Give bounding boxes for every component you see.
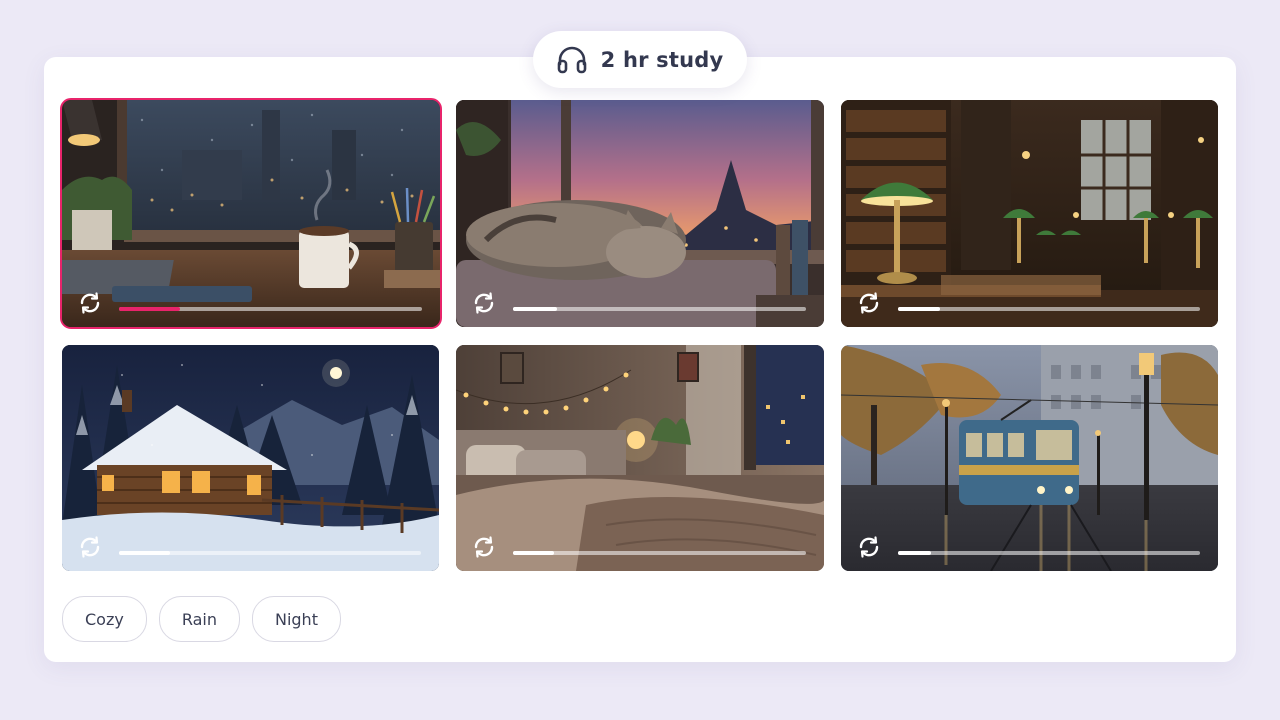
playback-progress-fill [513, 307, 557, 311]
playback-progress-track[interactable] [513, 307, 806, 311]
scene-tile-rainy-tram[interactable] [841, 345, 1218, 571]
scene-tile-rainy-desk[interactable] [60, 98, 442, 329]
headphones-icon [557, 46, 586, 73]
scene-sleeping-cat-image [456, 100, 824, 327]
tag-filter-bar: Cozy Rain Night [62, 596, 341, 642]
scene-snowy-cabin-image [62, 345, 439, 571]
tag-cozy[interactable]: Cozy [62, 596, 147, 642]
loop-icon[interactable] [78, 535, 102, 559]
playback-progress-fill [513, 551, 555, 555]
scene-tile-cozy-bedroom[interactable] [456, 345, 824, 571]
loop-icon[interactable] [857, 291, 881, 315]
loop-icon[interactable] [472, 291, 496, 315]
scene-cozy-bedroom-image [456, 345, 824, 571]
scene-rainy-desk-image [62, 100, 440, 327]
playback-progress-track[interactable] [898, 307, 1200, 311]
scene-tile-sleeping-cat[interactable] [456, 100, 824, 327]
session-title: 2 hr study [600, 47, 724, 72]
playback-progress-track[interactable] [898, 551, 1200, 555]
playback-progress-track[interactable] [513, 551, 806, 555]
loop-icon[interactable] [472, 535, 496, 559]
playback-progress-track[interactable] [119, 551, 421, 555]
scene-tile-library[interactable] [841, 100, 1218, 327]
loop-icon[interactable] [857, 535, 881, 559]
tag-night[interactable]: Night [251, 596, 341, 642]
scene-rainy-tram-image [841, 345, 1218, 571]
scene-library-image [841, 100, 1218, 327]
playback-progress-fill [898, 307, 941, 311]
session-title-pill[interactable]: 2 hr study [533, 31, 747, 88]
tag-rain[interactable]: Rain [158, 596, 240, 642]
playback-progress-fill [119, 551, 171, 555]
playback-progress-fill [119, 307, 180, 311]
playback-progress-track[interactable] [119, 307, 422, 311]
loop-icon[interactable] [78, 291, 102, 315]
scene-tile-snowy-cabin[interactable] [62, 345, 439, 571]
playback-progress-fill [898, 551, 932, 555]
